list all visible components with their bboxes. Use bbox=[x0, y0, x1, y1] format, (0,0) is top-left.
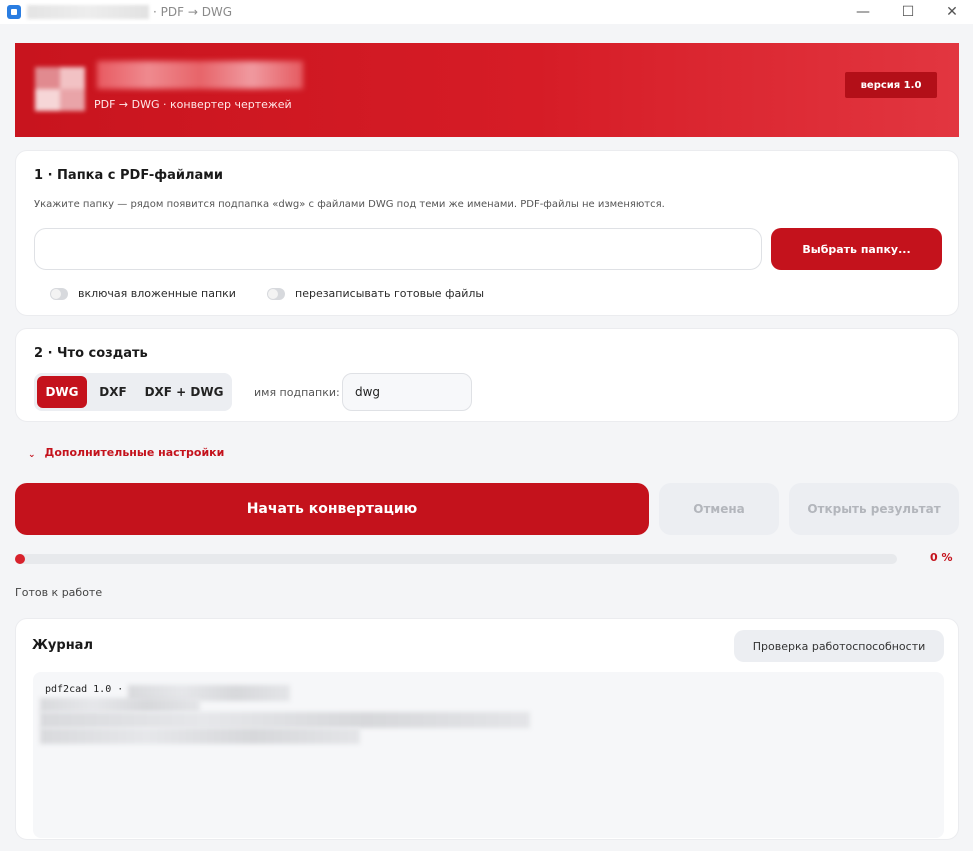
chevron-down-icon: ⌄ bbox=[28, 450, 36, 460]
version-badge: версия 1.0 bbox=[845, 72, 937, 98]
maximize-button[interactable]: ☐ bbox=[888, 0, 928, 24]
folder-card-title: 1 · Папка с PDF-файлами bbox=[34, 168, 224, 183]
app-icon bbox=[7, 5, 21, 19]
window-title: · PDF → DWG bbox=[153, 5, 233, 19]
overwrite-files-toggle[interactable]: перезаписывать готовые файлы bbox=[267, 287, 484, 300]
redacted-app-name bbox=[27, 5, 149, 19]
status-text: Готов к работе bbox=[15, 586, 103, 599]
toggle-label: включая вложенные папки bbox=[78, 287, 236, 300]
output-card-title: 2 · Что создать bbox=[34, 346, 148, 361]
folder-path-input[interactable] bbox=[34, 228, 762, 270]
header-banner: PDF → DWG · конвертер чертежей версия 1.… bbox=[15, 43, 959, 137]
journal-title: Журнал bbox=[32, 638, 93, 653]
progress-percent: 0 % bbox=[930, 551, 953, 564]
open-result-button[interactable]: Открыть результат bbox=[789, 483, 959, 535]
folder-hint: Укажите папку — рядом появится подпапка … bbox=[34, 199, 665, 210]
format-option-dwg[interactable]: DWG bbox=[37, 376, 87, 408]
choose-folder-button[interactable]: Выбрать папку... bbox=[771, 228, 942, 270]
redacted-log-text bbox=[40, 712, 530, 728]
health-check-button[interactable]: Проверка работоспособности bbox=[734, 630, 944, 662]
format-option-dxf-dwg[interactable]: DXF + DWG bbox=[139, 376, 229, 408]
journal-log: pdf2cad 1.0 · bbox=[33, 672, 944, 838]
minimize-button[interactable]: — bbox=[843, 0, 883, 24]
toggle-label: перезаписывать готовые файлы bbox=[295, 287, 485, 300]
close-button[interactable]: ✕ bbox=[932, 0, 972, 24]
subfolder-label: имя подпапки: bbox=[254, 386, 340, 399]
advanced-settings-toggle[interactable]: ⌄ Дополнительные настройки bbox=[28, 444, 225, 461]
toggle-switch[interactable] bbox=[267, 287, 285, 300]
progress-indicator-dot bbox=[15, 554, 25, 564]
include-subfolders-toggle[interactable]: включая вложенные папки bbox=[50, 287, 236, 300]
toggle-switch[interactable] bbox=[50, 287, 68, 300]
output-card: 2 · Что создать DWG DXF DXF + DWG имя по… bbox=[15, 328, 959, 422]
start-conversion-button[interactable]: Начать конвертацию bbox=[15, 483, 649, 535]
folder-card: 1 · Папка с PDF-файлами Укажите папку — … bbox=[15, 150, 959, 316]
redacted-logo bbox=[35, 67, 85, 111]
log-line: pdf2cad 1.0 · bbox=[45, 684, 124, 695]
format-selector: DWG DXF DXF + DWG bbox=[34, 373, 232, 411]
window-titlebar: · PDF → DWG — ☐ ✕ bbox=[0, 0, 973, 24]
progress-bar bbox=[15, 554, 897, 564]
redacted-log-text bbox=[40, 728, 360, 744]
header-subtitle: PDF → DWG · конвертер чертежей bbox=[94, 98, 292, 111]
journal-card: Журнал Проверка работоспособности pdf2ca… bbox=[15, 618, 959, 840]
redacted-log-text bbox=[40, 698, 200, 712]
format-option-dxf[interactable]: DXF bbox=[89, 376, 137, 408]
advanced-settings-label: Дополнительные настройки bbox=[44, 445, 225, 459]
redacted-brand-name bbox=[97, 61, 303, 89]
subfolder-name-input[interactable]: dwg bbox=[342, 373, 472, 411]
cancel-button[interactable]: Отмена bbox=[659, 483, 779, 535]
